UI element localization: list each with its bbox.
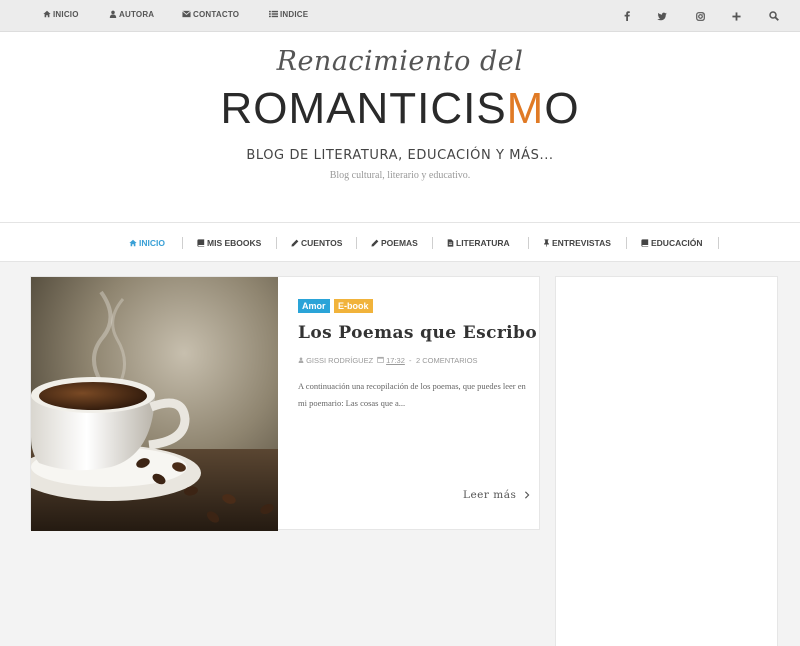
calendar-icon [377, 356, 384, 363]
topbar-link-indice[interactable]: INDICE [269, 10, 308, 19]
facebook-icon [624, 11, 630, 21]
coffee-cup-image [31, 277, 278, 531]
search-button[interactable] [767, 9, 781, 23]
logo-main-title[interactable]: ROMANTICISMO [0, 84, 800, 134]
post-excerpt: A continuación una recopilación de los p… [298, 381, 526, 408]
nav-item-educacion[interactable]: EDUCACIÓN [641, 238, 702, 248]
post-comments[interactable]: 2 COMENTARIOS [416, 356, 478, 365]
instagram-icon [695, 11, 705, 21]
nav-item-label: EDUCACIÓN [651, 238, 703, 248]
home-icon [43, 10, 51, 18]
topbar-link-label: INDICE [280, 10, 309, 19]
nav-item-mis-ebooks[interactable]: MIS EBOOKS [197, 238, 261, 248]
topbar-link-label: AUTORA [119, 10, 155, 19]
home-icon [129, 239, 137, 247]
nav-divider [356, 237, 357, 249]
nav-divider [276, 237, 277, 249]
nav-item-cuentos[interactable]: CUENTOS [291, 238, 342, 248]
user-icon [298, 357, 304, 363]
read-more-label: Leer más [463, 489, 517, 501]
plus-link[interactable] [729, 9, 743, 23]
nav-item-label: INICIO [139, 238, 165, 248]
nav-item-inicio[interactable]: INICIO [129, 238, 165, 248]
nav-item-poemas[interactable]: POEMAS [371, 238, 418, 248]
main-navigation: INICIO MIS EBOOKS CUENTOS POEMAS LITERAT… [0, 222, 800, 262]
book-icon [197, 239, 205, 247]
topbar-link-label: INICIO [53, 10, 79, 19]
logo-title-accent: M [506, 84, 545, 133]
facebook-link[interactable] [620, 9, 634, 23]
nav-item-label: MIS EBOOKS [207, 238, 262, 248]
nav-divider [182, 237, 183, 249]
post-time[interactable]: 17:32 [377, 356, 405, 365]
logo-title-start: ROMANTICIS [220, 84, 507, 133]
read-more-link[interactable]: Leer más [463, 489, 530, 501]
nav-item-label: CUENTOS [301, 238, 343, 248]
search-icon [769, 11, 779, 21]
post-label-ebook[interactable]: E-book [334, 299, 373, 313]
topbar-link-label: CONTACTO [193, 10, 240, 19]
twitter-icon [657, 12, 667, 20]
nav-item-label: ENTREVISTAS [552, 238, 611, 248]
instagram-link[interactable] [693, 9, 707, 23]
nav-divider [528, 237, 529, 249]
post-author[interactable]: GISSI RODRÍGUEZ [298, 356, 373, 365]
nav-divider [626, 237, 627, 249]
topbar-link-inicio[interactable]: INICIO [43, 10, 79, 19]
user-icon [109, 10, 117, 18]
nav-divider [432, 237, 433, 249]
post-author-name: GISSI RODRÍGUEZ [306, 356, 374, 365]
logo-title-end: O [544, 84, 580, 133]
post-label-amor[interactable]: Amor [298, 299, 330, 313]
nav-item-literatura[interactable]: LITERATURA [447, 238, 510, 248]
post-title[interactable]: Los Poemas que Escribo [298, 323, 537, 343]
topbar-link-contacto[interactable]: CONTACTO [182, 10, 239, 19]
nav-divider [718, 237, 719, 249]
chevron-right-icon [525, 491, 530, 499]
top-bar: INICIO AUTORA CONTACTO INDICE [0, 0, 800, 32]
nav-item-entrevistas[interactable]: ENTREVISTAS [543, 238, 611, 248]
site-description: Blog cultural, literario y educativo. [329, 170, 471, 181]
post-thumbnail[interactable] [31, 277, 278, 531]
pencil-icon [371, 239, 379, 247]
meta-separator: - [409, 356, 412, 365]
logo-script-title[interactable]: Renacimiento del [0, 46, 800, 77]
post-card: Amor E-book Los Poemas que Escribo GISSI… [30, 276, 540, 531]
twitter-link[interactable] [655, 9, 669, 23]
pencil-icon [291, 239, 299, 247]
file-icon [447, 239, 454, 247]
site-header: Renacimiento del ROMANTICISMO BLOG DE LI… [0, 32, 800, 222]
nav-item-label: POEMAS [381, 238, 418, 248]
envelope-icon [182, 10, 191, 18]
post-time-value: 17:32 [386, 356, 405, 365]
site-tagline: BLOG DE LITERATURA, EDUCACIÓN Y MÁS... [246, 148, 554, 163]
plus-icon [731, 11, 741, 21]
pin-icon [544, 239, 549, 247]
topbar-link-autora[interactable]: AUTORA [109, 10, 154, 19]
book-icon [641, 239, 649, 247]
sidebar-widget [555, 276, 778, 646]
list-icon [269, 10, 278, 18]
nav-item-label: LITERATURA [456, 238, 510, 248]
